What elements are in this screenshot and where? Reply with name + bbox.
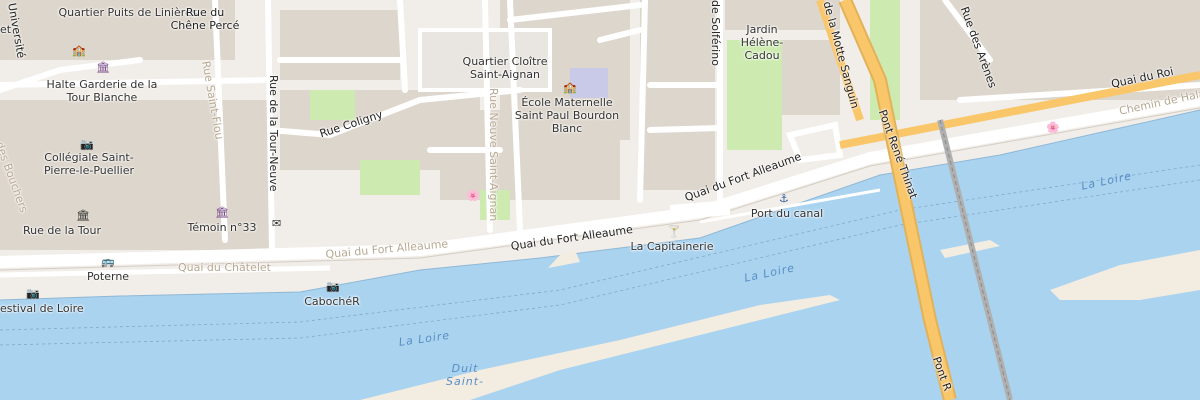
label-duit: Duit Saint- <box>445 362 485 388</box>
halte-icon[interactable]: 🏫 <box>72 45 86 56</box>
flower-icon[interactable]: 🌸 <box>466 190 480 201</box>
poi-jardin[interactable]: Jardin Hélène-Cadou <box>727 23 797 62</box>
street-neuve-saint-aignan: Rue Neuve Saint-Aignan <box>487 88 500 222</box>
street-quai-chatelet: Quai du Châtelet <box>178 261 271 274</box>
poi-rue-tour[interactable]: Rue de la Tour <box>23 224 101 237</box>
anchor-icon[interactable]: ⚓ <box>779 193 789 204</box>
poi-cabocher[interactable]: CabochéR <box>304 295 360 308</box>
street-tour-neuve: Rue de la Tour-Neuve <box>267 75 280 192</box>
poi-et: et <box>0 23 12 36</box>
poi-collegiale[interactable]: Collégiale Saint-Pierre-le-Puellier <box>34 151 144 177</box>
cabocher-icon[interactable]: 📷 <box>326 281 340 292</box>
poi-halte-garderie[interactable]: Halte Garderie de la Tour Blanche <box>37 78 167 104</box>
tour-icon[interactable]: 🏛 <box>96 62 110 73</box>
bus-stop-icon[interactable]: 🚌 <box>101 256 115 267</box>
collegiale-icon[interactable]: 📷 <box>80 139 94 150</box>
flower-icon-2[interactable]: 🌸 <box>1046 122 1060 133</box>
poi-poterne[interactable]: Poterne <box>87 270 129 283</box>
mail-icon[interactable]: ✉ <box>272 218 281 229</box>
poi-port-canal[interactable]: Port du canal <box>751 207 823 220</box>
poi-capitainerie[interactable]: La Capitainerie <box>630 240 713 253</box>
poi-ecole[interactable]: École Maternelle Saint Paul Bourdon Blan… <box>512 96 622 135</box>
poi-festival[interactable]: estival de Loire <box>0 302 84 315</box>
capitainerie-icon[interactable]: 🍸 <box>667 226 681 237</box>
street-chene-perce: Rue du Chêne Percé <box>170 6 240 32</box>
temoin-icon[interactable]: 🏛 <box>215 207 229 218</box>
ecole-icon[interactable]: 🏫 <box>563 82 577 93</box>
map-view[interactable]: Quartier Puits de Linières Quartier Cloî… <box>0 0 1200 400</box>
tour-museum-icon[interactable]: 🏛 <box>76 210 90 221</box>
street-solferino: de Solférino <box>709 0 722 66</box>
festival-icon[interactable]: 📷 <box>26 288 40 299</box>
district-cloitre: Quartier Cloître Saint-Aignan <box>462 55 548 81</box>
map-canvas <box>0 0 1200 400</box>
poi-temoin[interactable]: Témoin n°33 <box>187 221 256 234</box>
